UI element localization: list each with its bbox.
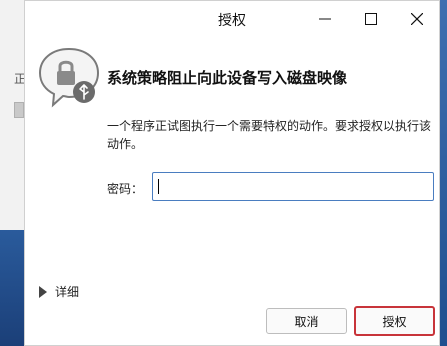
close-icon (411, 13, 423, 25)
maximize-icon (365, 13, 377, 25)
desktop-background (0, 230, 24, 346)
password-label: 密码： (107, 182, 144, 196)
password-input[interactable] (152, 172, 434, 201)
minimize-icon (319, 18, 331, 20)
maximize-button[interactable] (348, 1, 394, 37)
dialog-description: 一个程序正试图执行一个需要特权的动作。要求授权以执行该动作。 (107, 119, 432, 151)
title-bar[interactable]: 授权 (25, 1, 439, 37)
details-expander[interactable]: 详细 (39, 283, 79, 300)
text-caret (158, 179, 159, 194)
background-control (14, 102, 24, 118)
expand-arrow-icon (39, 285, 47, 298)
minimize-button[interactable] (302, 1, 348, 37)
lock-speech-bubble-icon (38, 47, 100, 108)
desktop-background-right (440, 0, 447, 346)
details-label: 详细 (55, 285, 80, 299)
cancel-button[interactable]: 取消 (266, 308, 347, 334)
authorize-button[interactable]: 授权 (354, 306, 435, 336)
authorize-button-label: 授权 (382, 314, 407, 329)
authorization-dialog: 授权 系统策略阻止向此设备写入磁盘映像 一个程序正试图执行一个需要特权的动作。要… (24, 0, 440, 346)
cancel-button-label: 取消 (294, 314, 319, 329)
close-button[interactable] (394, 1, 440, 37)
dialog-heading: 系统策略阻止向此设备写入磁盘映像 (107, 69, 348, 87)
